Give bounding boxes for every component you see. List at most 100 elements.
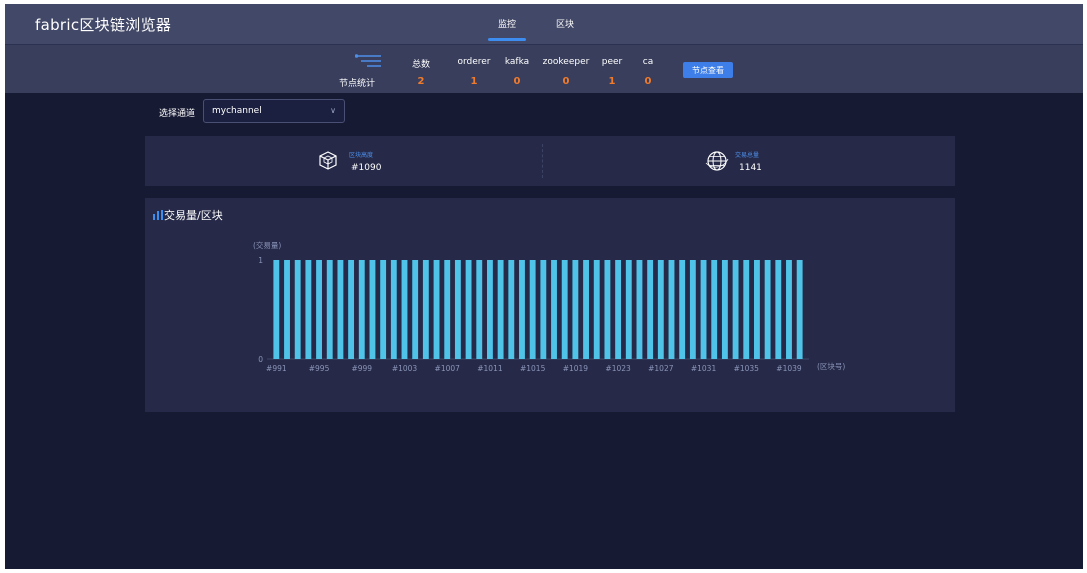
y-tick-label: 0 — [258, 355, 263, 364]
bar-1030[interactable] — [689, 260, 696, 359]
bar-992[interactable] — [284, 260, 290, 359]
bar-1031[interactable] — [700, 260, 707, 359]
bar-1040[interactable] — [796, 260, 803, 359]
y-axis-label: (交易量) — [253, 240, 281, 250]
chevron-down-icon: ∨ — [330, 106, 336, 115]
bar-1036[interactable] — [754, 260, 760, 359]
x-tick-label: #1015 — [520, 364, 546, 373]
bar-1010[interactable] — [476, 260, 483, 359]
x-tick-label: #1035 — [734, 364, 760, 373]
globe-icon — [705, 151, 729, 171]
block-height-value: #1090 — [351, 163, 382, 173]
filter-lines-icon — [355, 54, 381, 67]
stat-header: kafka — [504, 57, 530, 67]
bar-1024[interactable] — [625, 260, 632, 359]
bar-1038[interactable] — [775, 260, 782, 359]
divider — [542, 144, 543, 178]
bar-1035[interactable] — [743, 260, 750, 359]
node-stats-bar: 节点统计 总数 2 orderer 1 kafka 0 zookeeper 0 … — [5, 44, 1083, 93]
bar-1032[interactable] — [711, 260, 718, 359]
bar-1021[interactable] — [593, 260, 600, 359]
bar-1029[interactable] — [679, 260, 686, 359]
channel-selected-value: mychannel — [212, 106, 262, 116]
bar-1023[interactable] — [615, 260, 622, 359]
tab-blocks[interactable]: 区块 — [556, 17, 574, 30]
x-tick-label: #995 — [309, 364, 330, 373]
stat-header: zookeeper — [542, 57, 590, 67]
tx-total-label: 交易总量 — [735, 152, 760, 159]
bar-999[interactable] — [358, 260, 365, 359]
bar-1002[interactable] — [390, 260, 397, 359]
bar-1003[interactable] — [401, 260, 408, 359]
stat-header: 总数 — [411, 60, 430, 70]
bar-1018[interactable] — [561, 260, 568, 359]
bar-1033[interactable] — [721, 260, 728, 359]
stat-value: 0 — [562, 76, 570, 87]
bar-1014[interactable] — [519, 260, 525, 359]
x-axis-label: (区块号) — [817, 361, 845, 371]
x-tick-label: #999 — [351, 364, 372, 373]
channel-label: 选择通道 — [159, 109, 196, 119]
stat-value: 1 — [470, 76, 478, 87]
bar-1020[interactable] — [583, 260, 589, 359]
bar-993[interactable] — [294, 260, 301, 359]
x-tick-label: #991 — [266, 364, 287, 373]
stat-header: orderer — [457, 57, 491, 67]
bar-1007[interactable] — [444, 260, 451, 359]
bar-1012[interactable] — [497, 260, 504, 359]
bar-1013[interactable] — [508, 260, 515, 359]
x-tick-label: #1019 — [563, 364, 589, 373]
tx-bar-chart: (交易量) 0 1 #991 #995 #999 #1003 #1007 #1011 #1015 #… — [253, 240, 845, 373]
x-tick-label: #1003 — [392, 364, 418, 373]
stat-header: ca — [642, 57, 654, 67]
stat-value: 0 — [513, 76, 521, 87]
bar-1028[interactable] — [668, 260, 675, 359]
block-height-label: 区块高度 — [349, 152, 374, 159]
app-title: fabric区块链浏览器 — [35, 16, 172, 34]
bar-1005[interactable] — [422, 260, 429, 359]
bar-1025[interactable] — [636, 260, 643, 359]
tx-total-value: 1141 — [739, 163, 762, 173]
y-tick-label: 1 — [258, 256, 263, 265]
node-stats-label: 节点统计 — [339, 79, 376, 89]
bar-998[interactable] — [348, 260, 355, 359]
view-nodes-button[interactable]: 节点查看 — [683, 62, 733, 78]
bar-1015[interactable] — [529, 260, 536, 359]
x-tick-label: #1011 — [477, 364, 503, 373]
stat-header: peer — [601, 57, 623, 67]
bar-1027[interactable] — [657, 260, 664, 359]
tx-per-block-card: 交易量/区块 (交易量) 0 1 #991 #995 #999 #1003 #1007 #101… — [145, 198, 955, 412]
bar-1004[interactable] — [412, 260, 419, 359]
bar-1034[interactable] — [732, 260, 739, 359]
top-header: fabric区块链浏览器 监控 区块 — [5, 4, 1083, 44]
bar-1039[interactable] — [786, 260, 792, 359]
stat-value: 1 — [608, 76, 616, 87]
bar-994[interactable] — [305, 260, 312, 359]
x-tick-label: #1027 — [648, 364, 674, 373]
bar-1009[interactable] — [465, 260, 472, 359]
bar-1001[interactable] — [380, 260, 387, 359]
bar-1000[interactable] — [369, 260, 376, 359]
stat-value: 0 — [644, 76, 652, 87]
tab-monitor[interactable]: 监控 — [487, 17, 527, 41]
cube-icon — [319, 151, 337, 170]
x-tick-label: #1039 — [776, 364, 802, 373]
x-tick-label: #1007 — [435, 364, 461, 373]
bar-1011[interactable] — [487, 260, 493, 359]
channel-select[interactable]: mychannel ∨ — [203, 99, 345, 123]
bar-1006[interactable] — [433, 260, 440, 359]
bar-995[interactable] — [316, 260, 322, 359]
x-tick-label: #1023 — [605, 364, 631, 373]
app-window: fabric区块链浏览器 监控 区块 节点统计 总数 2 orderer 1 k… — [5, 4, 1083, 569]
bar-991[interactable] — [273, 260, 280, 359]
bar-1017[interactable] — [551, 260, 557, 359]
summary-card: 区块高度 #1090 交易总量 1141 — [145, 136, 955, 186]
bar-1019[interactable] — [572, 260, 579, 359]
bar-997[interactable] — [337, 260, 344, 359]
bar-1026[interactable] — [647, 260, 654, 359]
bar-1022[interactable] — [604, 260, 611, 359]
bar-1008[interactable] — [454, 260, 461, 359]
bar-996[interactable] — [326, 260, 333, 359]
bar-1016[interactable] — [540, 260, 547, 359]
bar-1037[interactable] — [764, 260, 771, 359]
